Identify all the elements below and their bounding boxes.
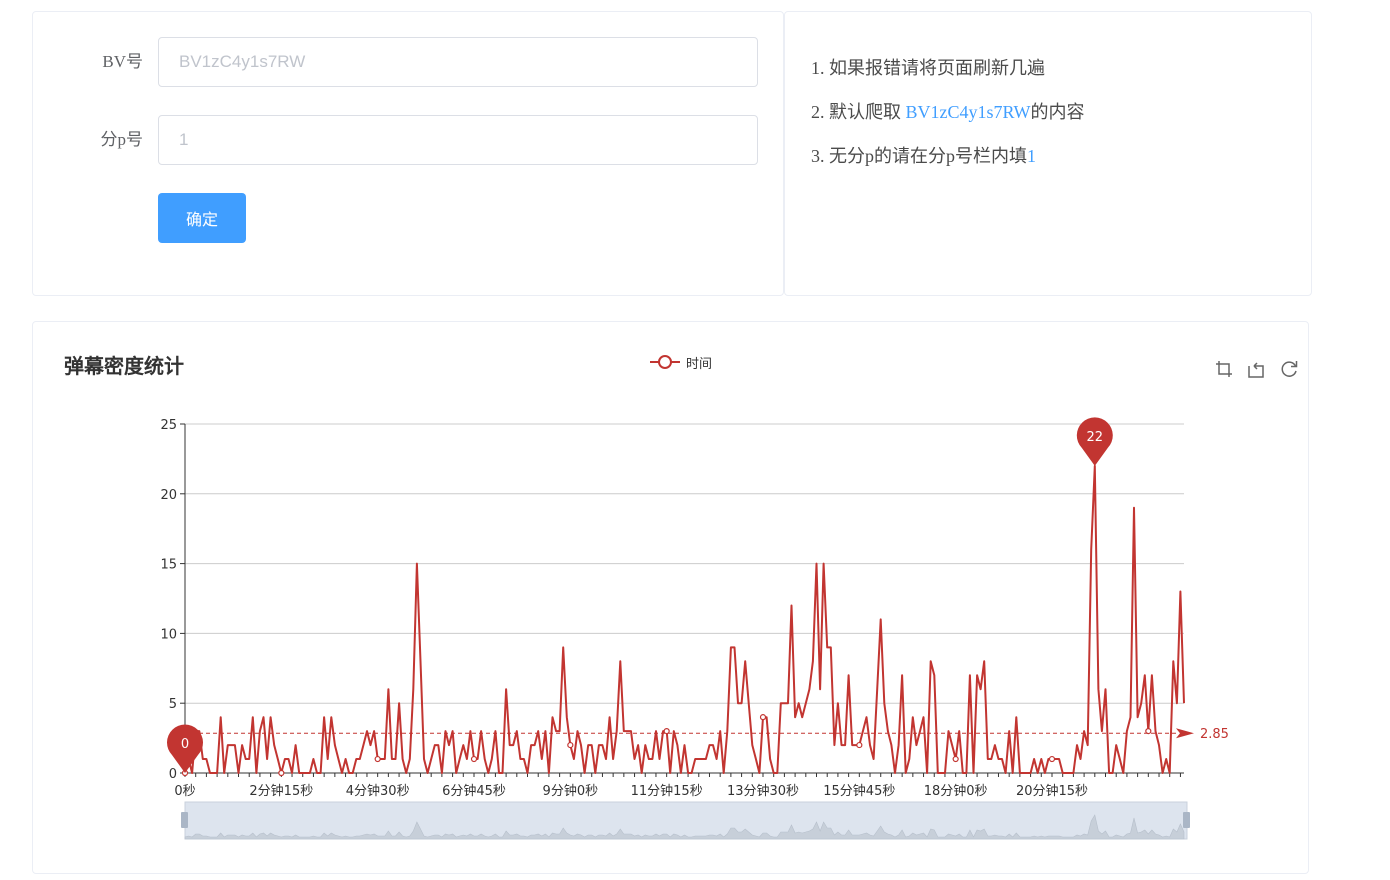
note-text: 2. 默认爬取 bbox=[811, 102, 906, 122]
x-tick-label: 11分钟15秒 bbox=[631, 783, 703, 799]
notes-card: 1. 如果报错请将页面刷新几遍 2. 默认爬取 BV1zC4y1s7RW的内容 … bbox=[784, 11, 1312, 296]
y-tick-label: 0 bbox=[169, 767, 177, 782]
x-tick-label: 9分钟0秒 bbox=[543, 783, 599, 799]
page-input[interactable] bbox=[158, 115, 758, 165]
x-tick-label: 4分钟30秒 bbox=[346, 783, 410, 799]
average-arrow bbox=[1176, 728, 1194, 739]
bv-input[interactable] bbox=[158, 37, 758, 87]
data-point bbox=[470, 755, 478, 763]
zoom-handle-right bbox=[1183, 812, 1190, 828]
page-row: 分p号 bbox=[33, 115, 785, 165]
mark-point-label: 0 bbox=[181, 737, 189, 752]
x-tick-label: 6分钟45秒 bbox=[442, 783, 506, 799]
data-point bbox=[856, 741, 863, 749]
x-tick-label: 20分钟15秒 bbox=[1016, 783, 1088, 799]
series-line bbox=[184, 464, 1185, 774]
note-item: 2. 默认爬取 BV1zC4y1s7RW的内容 bbox=[811, 100, 1085, 144]
submit-button[interactable]: 确定 bbox=[158, 193, 246, 243]
data-point bbox=[759, 714, 767, 721]
data-point bbox=[1048, 755, 1056, 763]
average-label: 2.85 bbox=[1200, 727, 1229, 742]
mark-point-label: 22 bbox=[1087, 430, 1104, 445]
x-tick-label: 0秒 bbox=[174, 784, 195, 799]
note-text: 1. 如果报错请将页面刷新几遍 bbox=[811, 58, 1045, 78]
x-tick-label: 18分钟0秒 bbox=[924, 783, 988, 799]
data-point bbox=[567, 741, 574, 749]
data-point bbox=[278, 769, 285, 777]
data-point bbox=[952, 755, 959, 763]
x-tick-label: 13分钟30秒 bbox=[727, 783, 799, 799]
y-tick-label: 15 bbox=[160, 558, 177, 573]
y-tick-label: 10 bbox=[160, 627, 177, 642]
bv-label: BV号 bbox=[102, 52, 143, 71]
bv-row: BV号 bbox=[33, 37, 785, 87]
chart-card: 弹幕密度统计 时间 0 5 10 15 20 25 0秒 2分钟15秒 4分钟30秒 6分钟45秒… bbox=[32, 321, 1309, 874]
x-tick-label: 15分钟45秒 bbox=[823, 783, 895, 799]
y-tick-label: 5 bbox=[169, 697, 177, 712]
note-link-page[interactable]: 1 bbox=[1027, 146, 1036, 166]
note-text: 的内容 bbox=[1030, 102, 1085, 122]
x-tick-label: 2分钟15秒 bbox=[249, 783, 313, 799]
notes-list: 1. 如果报错请将页面刷新几遍 2. 默认爬取 BV1zC4y1s7RW的内容 … bbox=[811, 56, 1085, 188]
page-label: 分p号 bbox=[100, 130, 144, 149]
y-tick-label: 25 bbox=[160, 418, 177, 433]
chart-plot: 0 5 10 15 20 25 0秒 2分钟15秒 4分钟30秒 6分钟45秒 9分钟0秒 11分钟1… bbox=[160, 417, 1229, 840]
data-point bbox=[374, 755, 381, 763]
note-item: 1. 如果报错请将页面刷新几遍 bbox=[811, 56, 1085, 100]
note-item: 3. 无分p的请在分p号栏内填1 bbox=[811, 144, 1085, 188]
zoom-handle-left bbox=[181, 812, 188, 828]
query-form-card: BV号 分p号 确定 bbox=[32, 11, 784, 296]
zoom-slider-track bbox=[184, 801, 1188, 840]
note-text: 3. 无分p的请在分p号栏内填 bbox=[811, 146, 1027, 166]
note-link-bv[interactable]: BV1zC4y1s7RW bbox=[906, 102, 1031, 122]
y-tick-label: 20 bbox=[160, 488, 177, 503]
